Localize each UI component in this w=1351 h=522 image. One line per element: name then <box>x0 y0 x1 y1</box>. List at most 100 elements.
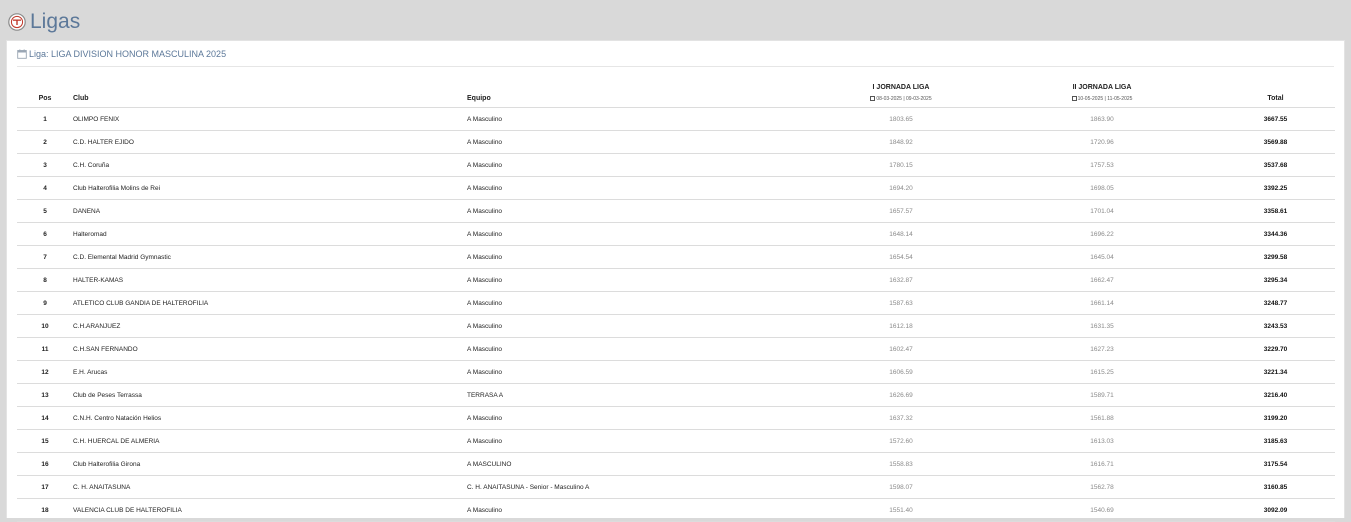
table-row[interactable]: 12 E.H. Arucas A Masculino 1606.59 1615.25 32… <box>17 360 1335 384</box>
table-row[interactable]: 13 Club de Peses Terrassa TERRASA A 1626.69… <box>17 383 1335 407</box>
cell-club[interactable]: C.H.ARANJUEZ <box>73 314 467 338</box>
cell-pos: 11 <box>17 337 73 361</box>
cell-club[interactable]: DANENA <box>73 199 467 223</box>
cell-club[interactable]: C.D. Elemental Madrid Gymnastic <box>73 245 467 269</box>
cell-total: 3199.20 <box>1216 406 1335 430</box>
cell-jornada-1: 1654.54 <box>814 245 988 269</box>
col-header-pos[interactable]: Pos <box>17 74 73 108</box>
cell-club[interactable]: ATLETICO CLUB GANDIA DE HALTEROFILIA <box>73 291 467 315</box>
cell-jornada-2: 1696.22 <box>988 222 1216 246</box>
table-row[interactable]: 9 ATLETICO CLUB GANDIA DE HALTEROFILIA A M… <box>17 291 1335 315</box>
cell-jornada-1: 1602.47 <box>814 337 988 361</box>
cell-total: 3216.40 <box>1216 383 1335 407</box>
cell-club[interactable]: C.H.SAN FERNANDO <box>73 337 467 361</box>
jornada-2-dates: 10-05-2025 | 11-05-2025 <box>988 96 1216 102</box>
cell-jornada-2: 1615.25 <box>988 360 1216 384</box>
col-header-jornada-2[interactable]: II JORNADA LIGA 10-05-2025 | 11-05-2025 <box>988 74 1216 108</box>
liga-name: Liga: LIGA DIVISION HONOR MASCULINA 2025 <box>29 49 227 59</box>
cell-total: 3299.58 <box>1216 245 1335 269</box>
cell-jornada-1: 1637.32 <box>814 406 988 430</box>
cell-jornada-1: 1694.20 <box>814 176 988 200</box>
cell-jornada-1: 1598.07 <box>814 475 988 499</box>
cell-total: 3248.77 <box>1216 291 1335 315</box>
liga-heading: Liga: LIGA DIVISION HONOR MASCULINA 2025 <box>17 48 226 60</box>
cell-equipo: A Masculino <box>467 314 814 338</box>
cell-club[interactable]: VALENCIA CLUB DE HALTEROFILIA <box>73 498 467 522</box>
cell-jornada-1: 1551.40 <box>814 498 988 522</box>
cell-pos: 18 <box>17 498 73 522</box>
cell-club[interactable]: C.N.H. Centro Natación Helios <box>73 406 467 430</box>
cell-jornada-1: 1657.57 <box>814 199 988 223</box>
cell-jornada-2: 1701.04 <box>988 199 1216 223</box>
table-row[interactable]: 5 DANENA A Masculino 1657.57 1701.04 3358.61 <box>17 199 1335 223</box>
cell-club[interactable]: C. H. ANAITASUNA <box>73 475 467 499</box>
cell-club[interactable]: C.H. HUERCAL DE ALMERIA <box>73 429 467 453</box>
table-row[interactable]: 4 Club Halterofilia Molins de Rei A Mascul… <box>17 176 1335 200</box>
table-row[interactable]: 10 C.H.ARANJUEZ A Masculino 1612.18 1631.35 3… <box>17 314 1335 338</box>
table-row[interactable]: 1 OLIMPO FENIX A Masculino 1803.65 1863.90 36… <box>17 107 1335 131</box>
jornada-1-name: I JORNADA LIGA <box>872 84 930 91</box>
cell-equipo: A Masculino <box>467 245 814 269</box>
page-header: Ligas <box>0 0 1351 40</box>
cell-equipo: A Masculino <box>467 222 814 246</box>
cell-pos: 15 <box>17 429 73 453</box>
table-row[interactable]: 11 C.H.SAN FERNANDO A Masculino 1602.47 1627… <box>17 337 1335 361</box>
cell-total: 3229.70 <box>1216 337 1335 361</box>
cell-club[interactable]: C.H. Coruña <box>73 153 467 177</box>
cell-pos: 3 <box>17 153 73 177</box>
cell-jornada-2: 1863.90 <box>988 107 1216 131</box>
cell-jornada-1: 1626.69 <box>814 383 988 407</box>
col-header-equipo[interactable]: Equipo <box>467 74 814 108</box>
cell-equipo: A Masculino <box>467 199 814 223</box>
cell-total: 3358.61 <box>1216 199 1335 223</box>
cell-total: 3295.34 <box>1216 268 1335 292</box>
cell-club[interactable]: Halteromad <box>73 222 467 246</box>
table-row[interactable]: 3 C.H. Coruña A Masculino 1780.15 1757.53 353… <box>17 153 1335 177</box>
cell-pos: 16 <box>17 452 73 476</box>
table-row[interactable]: 6 Halteromad A Masculino 1648.14 1696.22 3344… <box>17 222 1335 246</box>
cell-equipo: A Masculino <box>467 406 814 430</box>
cell-pos: 5 <box>17 199 73 223</box>
cell-equipo: A Masculino <box>467 130 814 154</box>
cell-pos: 4 <box>17 176 73 200</box>
cell-total: 3092.09 <box>1216 498 1335 522</box>
cell-equipo: A MASCULINO <box>467 452 814 476</box>
cell-club[interactable]: Club Halterofilia Molins de Rei <box>73 176 467 200</box>
cell-club[interactable]: HALTER-KAMAS <box>73 268 467 292</box>
cell-club[interactable]: Club de Peses Terrassa <box>73 383 467 407</box>
table-body: 1 OLIMPO FENIX A Masculino 1803.65 1863.90 36… <box>17 107 1335 522</box>
cell-club[interactable]: C.D. HALTER EJIDO <box>73 130 467 154</box>
cell-jornada-2: 1662.47 <box>988 268 1216 292</box>
cell-jornada-2: 1757.53 <box>988 153 1216 177</box>
page-title: Ligas <box>30 10 81 33</box>
table-row[interactable]: 7 C.D. Elemental Madrid Gymnastic A Mascul… <box>17 245 1335 269</box>
cell-club[interactable]: E.H. Arucas <box>73 360 467 384</box>
cell-pos: 6 <box>17 222 73 246</box>
liga-panel: Liga: LIGA DIVISION HONOR MASCULINA 2025… <box>6 40 1345 522</box>
cell-total: 3221.34 <box>1216 360 1335 384</box>
table-row[interactable]: 14 C.N.H. Centro Natación Helios A Masculi… <box>17 406 1335 430</box>
col-header-jornada-1[interactable]: I JORNADA LIGA 08-03-2025 | 09-03-2025 <box>814 74 988 108</box>
cell-club[interactable]: Club Halterofilia Girona <box>73 452 467 476</box>
cell-total: 3392.25 <box>1216 176 1335 200</box>
cell-jornada-2: 1616.71 <box>988 452 1216 476</box>
table-row[interactable]: 8 HALTER-KAMAS A Masculino 1632.87 1662.47 32… <box>17 268 1335 292</box>
cell-pos: 12 <box>17 360 73 384</box>
cell-equipo: C. H. ANAITASUNA - Senior - Masculino A <box>467 475 814 499</box>
standings-table: Pos Club Equipo I JORNADA LIGA 08-03-202… <box>17 74 1335 522</box>
col-header-club[interactable]: Club <box>73 74 467 108</box>
cell-equipo: A Masculino <box>467 176 814 200</box>
cell-equipo: A Masculino <box>467 268 814 292</box>
table-row[interactable]: 2 C.D. HALTER EJIDO A Masculino 1848.92 1720… <box>17 130 1335 154</box>
cell-jornada-2: 1561.88 <box>988 406 1216 430</box>
table-row[interactable]: 16 Club Halterofilia Girona A MASCULINO 155… <box>17 452 1335 476</box>
table-row[interactable]: 18 VALENCIA CLUB DE HALTEROFILIA A Masculi… <box>17 498 1335 522</box>
table-row[interactable]: 15 C.H. HUERCAL DE ALMERIA A Masculino 1572… <box>17 429 1335 453</box>
col-header-total[interactable]: Total <box>1216 74 1335 108</box>
cell-pos: 9 <box>17 291 73 315</box>
table-row[interactable]: 17 C. H. ANAITASUNA C. H. ANAITASUNA - Sen… <box>17 475 1335 499</box>
calendar-icon <box>870 96 876 101</box>
federation-logo-icon <box>8 13 26 31</box>
cell-club[interactable]: OLIMPO FENIX <box>73 107 467 131</box>
cell-equipo: A Masculino <box>467 291 814 315</box>
